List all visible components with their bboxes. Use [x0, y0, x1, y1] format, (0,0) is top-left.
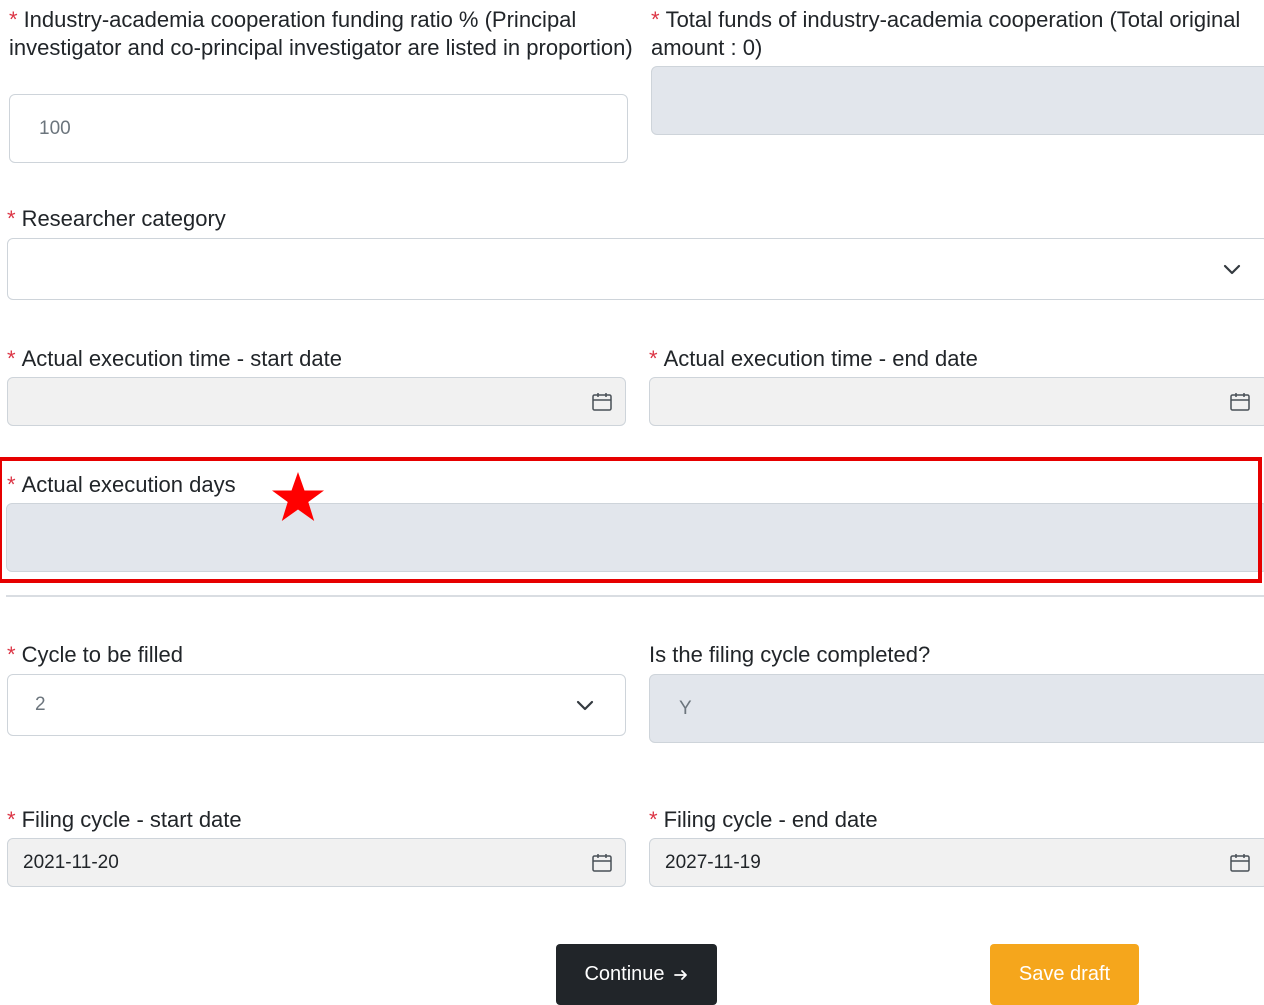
- continue-button[interactable]: Continue: [556, 944, 717, 1005]
- calendar-icon[interactable]: [591, 852, 613, 874]
- cycle-select[interactable]: 2: [7, 674, 626, 736]
- save-draft-button[interactable]: Save draft: [990, 944, 1139, 1005]
- exec-end-label: * Actual execution time - end date: [649, 346, 978, 371]
- chevron-down-icon: [576, 700, 594, 711]
- researcher-category-label: * Researcher category: [7, 206, 226, 231]
- calendar-icon[interactable]: [1229, 852, 1251, 874]
- required-marker: *: [9, 7, 18, 32]
- required-marker: *: [7, 807, 16, 832]
- filing-end-label: * Filing cycle - end date: [649, 807, 878, 832]
- funding-ratio-input[interactable]: 100: [9, 94, 628, 163]
- exec-end-date-input[interactable]: [649, 377, 1264, 426]
- required-marker: *: [649, 346, 658, 371]
- required-marker: *: [651, 7, 660, 32]
- exec-start-label: * Actual execution time - start date: [7, 346, 342, 371]
- calendar-icon[interactable]: [591, 391, 613, 413]
- required-marker: *: [7, 642, 16, 667]
- star-icon: [272, 472, 324, 521]
- cycle-completed-label: Is the filing cycle completed?: [649, 642, 931, 667]
- required-marker: *: [649, 807, 658, 832]
- filing-start-date-input[interactable]: 2021-11-20: [7, 838, 626, 887]
- required-marker: *: [7, 206, 16, 231]
- filing-end-date-input[interactable]: 2027-11-19: [649, 838, 1264, 887]
- required-marker: *: [7, 346, 16, 371]
- chevron-down-icon: [1223, 264, 1241, 275]
- researcher-category-select[interactable]: [7, 238, 1264, 300]
- exec-start-date-input[interactable]: [7, 377, 626, 426]
- calendar-icon[interactable]: [1229, 391, 1251, 413]
- filing-start-label: * Filing cycle - start date: [7, 807, 242, 832]
- arrow-right-icon: [673, 969, 687, 980]
- cycle-completed-input[interactable]: Y: [649, 674, 1264, 743]
- total-funds-input[interactable]: [651, 66, 1264, 135]
- total-funds-label: * Total funds of industry-academia cooper…: [651, 7, 1241, 60]
- highlight-box: [0, 457, 1262, 583]
- funding-ratio-label: * Industry-academia cooperation funding r…: [9, 7, 633, 60]
- cycle-label: * Cycle to be filled: [7, 642, 183, 667]
- section-divider: [6, 595, 1264, 597]
